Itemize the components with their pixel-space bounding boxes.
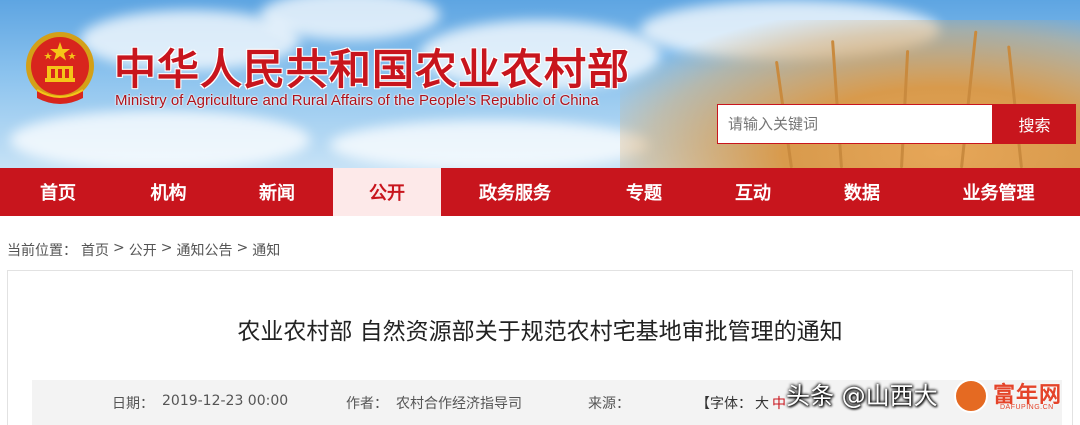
- banner-cloud: [330, 120, 650, 168]
- main-nav: 首页 机构 新闻 公开 政务服务 专题 互动 数据 业务管理: [0, 168, 1080, 216]
- author-label: 作者：: [346, 396, 388, 412]
- breadcrumb-link-announcements[interactable]: 通知公告: [176, 240, 232, 260]
- nav-item-organization[interactable]: 机构: [116, 168, 221, 216]
- nav-item-news[interactable]: 新闻: [221, 168, 333, 216]
- wheat-field-image: [620, 20, 1080, 168]
- font-size-control: 【字体：大中: [696, 393, 786, 413]
- search-button[interactable]: 搜索: [993, 104, 1076, 144]
- breadcrumb-link-notice[interactable]: 通知: [252, 240, 280, 260]
- author-value: 农村合作经济指导司: [396, 396, 522, 412]
- nav-item-topics[interactable]: 专题: [589, 168, 699, 216]
- watermark-text: 头条 @山西大: [786, 382, 938, 410]
- nav-item-government-services[interactable]: 政务服务: [441, 168, 589, 216]
- breadcrumb-separator: >: [236, 240, 249, 256]
- font-size-large-button[interactable]: 大: [755, 396, 769, 412]
- breadcrumb-separator: >: [113, 240, 125, 256]
- nav-item-interaction[interactable]: 互动: [699, 168, 807, 216]
- font-size-label: 【字体：: [696, 396, 752, 412]
- breadcrumb: 当前位置： 首页 > 公开 > 通知公告 > 通知: [7, 240, 280, 260]
- article-title: 农业农村部 自然资源部关于规范农村宅基地审批管理的通知: [237, 319, 843, 345]
- nav-item-home[interactable]: 首页: [0, 168, 116, 216]
- breadcrumb-prefix: 当前位置：: [7, 243, 77, 259]
- nav-item-public[interactable]: 公开: [333, 168, 441, 216]
- date-label: 日期：: [112, 396, 154, 412]
- nav-item-business-management[interactable]: 业务管理: [917, 168, 1080, 216]
- breadcrumb-link-home[interactable]: 首页: [81, 240, 109, 260]
- search-input[interactable]: [717, 104, 993, 144]
- watermark-url: DAFUPING.CN: [1000, 404, 1054, 411]
- site-subtitle: Ministry of Agriculture and Rural Affair…: [115, 92, 599, 109]
- breadcrumb-separator: >: [160, 240, 173, 256]
- font-size-medium-button[interactable]: 中: [772, 396, 786, 412]
- date-value: 2019-12-23 00:00: [162, 393, 289, 409]
- breadcrumb-link-public[interactable]: 公开: [129, 240, 157, 260]
- site-title: 中华人民共和国农业农村部: [114, 45, 631, 94]
- source-label: 来源：: [588, 396, 630, 412]
- national-emblem-icon: [26, 32, 94, 104]
- banner-cloud: [10, 110, 310, 168]
- nav-item-data[interactable]: 数据: [807, 168, 917, 216]
- watermark-logo-icon: [954, 379, 988, 413]
